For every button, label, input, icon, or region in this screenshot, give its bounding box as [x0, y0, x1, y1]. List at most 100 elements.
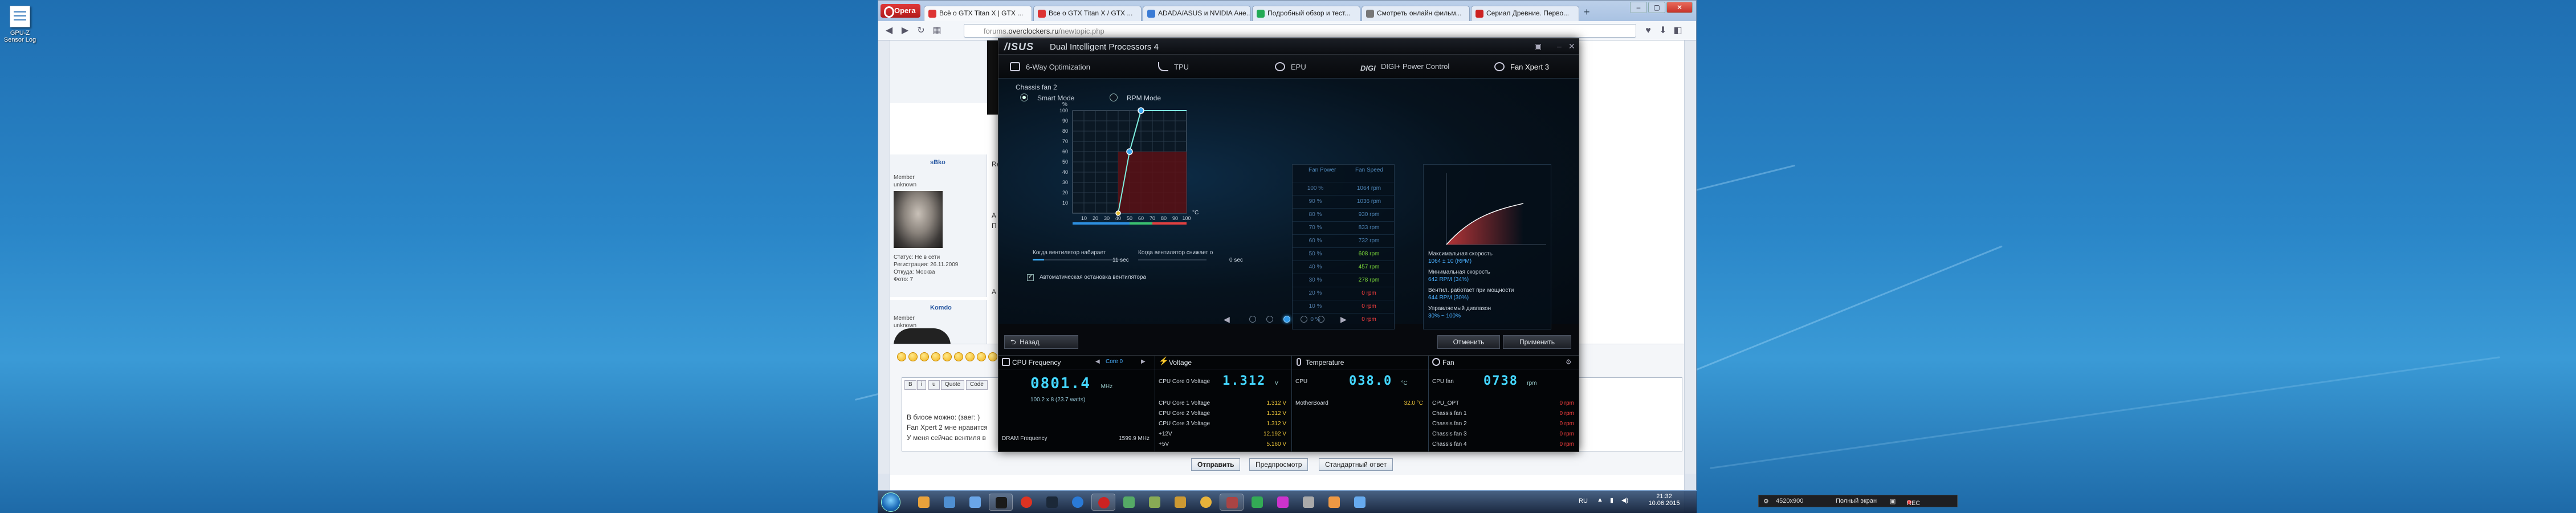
fan-speed-table: Fan Power Fan Speed 100 % 1064 rpm 90 % 103…	[1292, 164, 1395, 329]
core-select[interactable]: Core 0	[1106, 359, 1123, 365]
bold-button[interactable]: B	[904, 380, 916, 390]
browser-tab[interactable]: Смотреть онлайн фильм...	[1362, 6, 1470, 21]
start-button[interactable]	[881, 492, 900, 512]
recorder-camera-icon[interactable]: ▣	[1890, 498, 1896, 505]
taskbar-app-icon[interactable]	[1117, 494, 1141, 511]
settings-gear-icon[interactable]: ⚙	[1566, 358, 1572, 366]
fan-curve-graph[interactable]: %10090807060504030201010 20 30 40 50 60 70 80 90…	[998, 79, 1238, 250]
network-icon[interactable]: ▮	[1610, 496, 1613, 504]
quote-button[interactable]: Quote	[941, 380, 965, 390]
browser-tab[interactable]: Все о GTX Titan X / GTX ...	[1033, 6, 1142, 21]
page-dot[interactable]	[1301, 316, 1307, 323]
smiley-icon[interactable]	[977, 352, 986, 361]
tab-6way-optimization[interactable]: 6-Way Optimization	[1010, 62, 1090, 71]
code-button[interactable]: Code	[966, 380, 988, 390]
tray-arrow-icon[interactable]: ▲	[1597, 496, 1603, 503]
y-tick-label: 10	[1062, 200, 1068, 206]
back-button[interactable]: ⮌ Назад	[1004, 335, 1078, 349]
italic-button[interactable]: i	[917, 380, 927, 390]
page-dot[interactable]	[1249, 316, 1256, 323]
send-button[interactable]: Отправить	[1191, 458, 1241, 471]
new-tab-button[interactable]: +	[1584, 6, 1590, 18]
minimize-icon[interactable]: –	[1557, 42, 1562, 51]
avatar[interactable]	[894, 328, 951, 345]
core-prev-icon[interactable]: ◀	[1095, 359, 1100, 365]
next-arrow-icon[interactable]: ▶	[1340, 315, 1347, 324]
clock-time: 21:32	[1656, 493, 1672, 500]
taskbar-app-icon[interactable]	[912, 494, 936, 511]
browser-tab[interactable]: Всё о GTX Titan X | GTX ...	[924, 6, 1032, 21]
recorder-resolution[interactable]: 4520x900	[1776, 498, 1803, 504]
info-label: Управляемый диапазон	[1428, 306, 1491, 312]
taskbar-app-icon[interactable]	[1194, 494, 1218, 511]
smiley-icon[interactable]	[908, 352, 918, 361]
opera-menu-button[interactable]: Opera	[881, 4, 920, 18]
reload-icon[interactable]: ↻	[915, 25, 927, 36]
taskbar-app-icon[interactable]	[1040, 494, 1064, 511]
taskbar-app-icon[interactable]	[1297, 494, 1320, 511]
minimize-button[interactable]: –	[1630, 2, 1647, 13]
recorder-mode[interactable]: Полный экран	[1836, 498, 1877, 504]
forward-arrow-icon[interactable]: ▶	[899, 25, 911, 36]
standard-reply-button[interactable]: Стандартный ответ	[1319, 458, 1393, 471]
browser-tab[interactable]: ADADA/ASUS и NVIDIA Ане...	[1143, 6, 1251, 21]
post-author-name[interactable]: sBko	[930, 159, 945, 166]
back-arrow-icon[interactable]: ◀	[883, 25, 895, 36]
taskbar-app-icon[interactable]	[1348, 494, 1372, 511]
browser-tab[interactable]: Сериал Древние. Перво...	[1471, 6, 1579, 21]
volume-icon[interactable]: ◀)	[1621, 496, 1628, 504]
download-icon[interactable]: ⬇	[1657, 25, 1669, 36]
tab-fan-xpert[interactable]: Fan Xpert 3	[1483, 55, 1566, 80]
spinup-slider[interactable]	[1033, 259, 1124, 260]
post-author-name[interactable]: Komdo	[930, 304, 952, 311]
recorder-gear-icon[interactable]: ⚙	[1763, 498, 1769, 505]
page-dot-active[interactable]	[1283, 316, 1290, 323]
taskbar-app-icon[interactable]	[1091, 494, 1115, 511]
auto-stop-checkbox[interactable]: ✓	[1027, 274, 1034, 281]
page-dot[interactable]	[1266, 316, 1273, 323]
tab-label: Смотреть онлайн фильм...	[1377, 9, 1462, 17]
tab-tpu[interactable]: TPU	[1158, 62, 1189, 71]
smiley-icon[interactable]	[965, 352, 975, 361]
browser-tab[interactable]: Подробный обзор и тест...	[1252, 6, 1360, 21]
smiley-icon[interactable]	[931, 352, 940, 361]
taskbar-app-icon[interactable]	[1168, 494, 1192, 511]
asus-logo: /ISUS	[1004, 41, 1034, 52]
smiley-icon[interactable]	[897, 352, 906, 361]
close-button[interactable]: ✕	[1666, 2, 1693, 13]
taskbar-app-icon[interactable]	[1271, 494, 1295, 511]
spindown-slider[interactable]	[1138, 259, 1207, 260]
smiley-icon[interactable]	[954, 352, 963, 361]
smiley-icon[interactable]	[943, 352, 952, 361]
cancel-button[interactable]: Отменить	[1437, 335, 1500, 349]
taskbar-app-icon[interactable]	[963, 494, 987, 511]
taskbar-app-icon[interactable]	[1322, 494, 1346, 511]
bookmark-heart-icon[interactable]: ♥	[1642, 25, 1654, 36]
taskbar-app-icon[interactable]	[1143, 494, 1167, 511]
grid-icon[interactable]: ▦	[931, 25, 943, 36]
preview-button[interactable]: Предпросмотр	[1249, 458, 1309, 471]
desktop-icon-gpuz-log[interactable]: GPU-Z Sensor Log	[3, 6, 36, 43]
maximize-button[interactable]: ▢	[1648, 2, 1665, 13]
taskbar-app-icon[interactable]	[938, 494, 961, 511]
apply-button[interactable]: Применить	[1503, 335, 1571, 349]
address-bar[interactable]: forums.overclockers.ru/newtopic.php	[964, 24, 1636, 38]
taskbar-app-icon[interactable]	[1014, 494, 1038, 511]
clock[interactable]: 21:32 10.06.2015	[1641, 493, 1687, 507]
page-dot[interactable]	[1318, 316, 1324, 323]
taskbar-app-icon[interactable]	[1245, 494, 1269, 511]
extensions-icon[interactable]: ◧	[1672, 25, 1684, 36]
smiley-icon[interactable]	[988, 352, 997, 361]
underline-button[interactable]: u	[928, 380, 940, 390]
taskbar-app-icon[interactable]	[1220, 494, 1244, 511]
core-next-icon[interactable]: ▶	[1141, 359, 1146, 365]
smiley-icon[interactable]	[920, 352, 929, 361]
taskbar-app-icon[interactable]	[1066, 494, 1090, 511]
taskbar-app-icon[interactable]	[989, 494, 1013, 511]
tab-epu[interactable]: EPU	[1275, 62, 1306, 71]
close-icon[interactable]: ✕	[1568, 42, 1575, 51]
language-indicator[interactable]: RU	[1579, 498, 1588, 504]
avatar[interactable]	[894, 191, 943, 248]
prev-arrow-icon[interactable]: ◀	[1224, 315, 1230, 324]
tab-digi-power[interactable]: DIGI DIGI+ Power Control	[1360, 62, 1449, 73]
